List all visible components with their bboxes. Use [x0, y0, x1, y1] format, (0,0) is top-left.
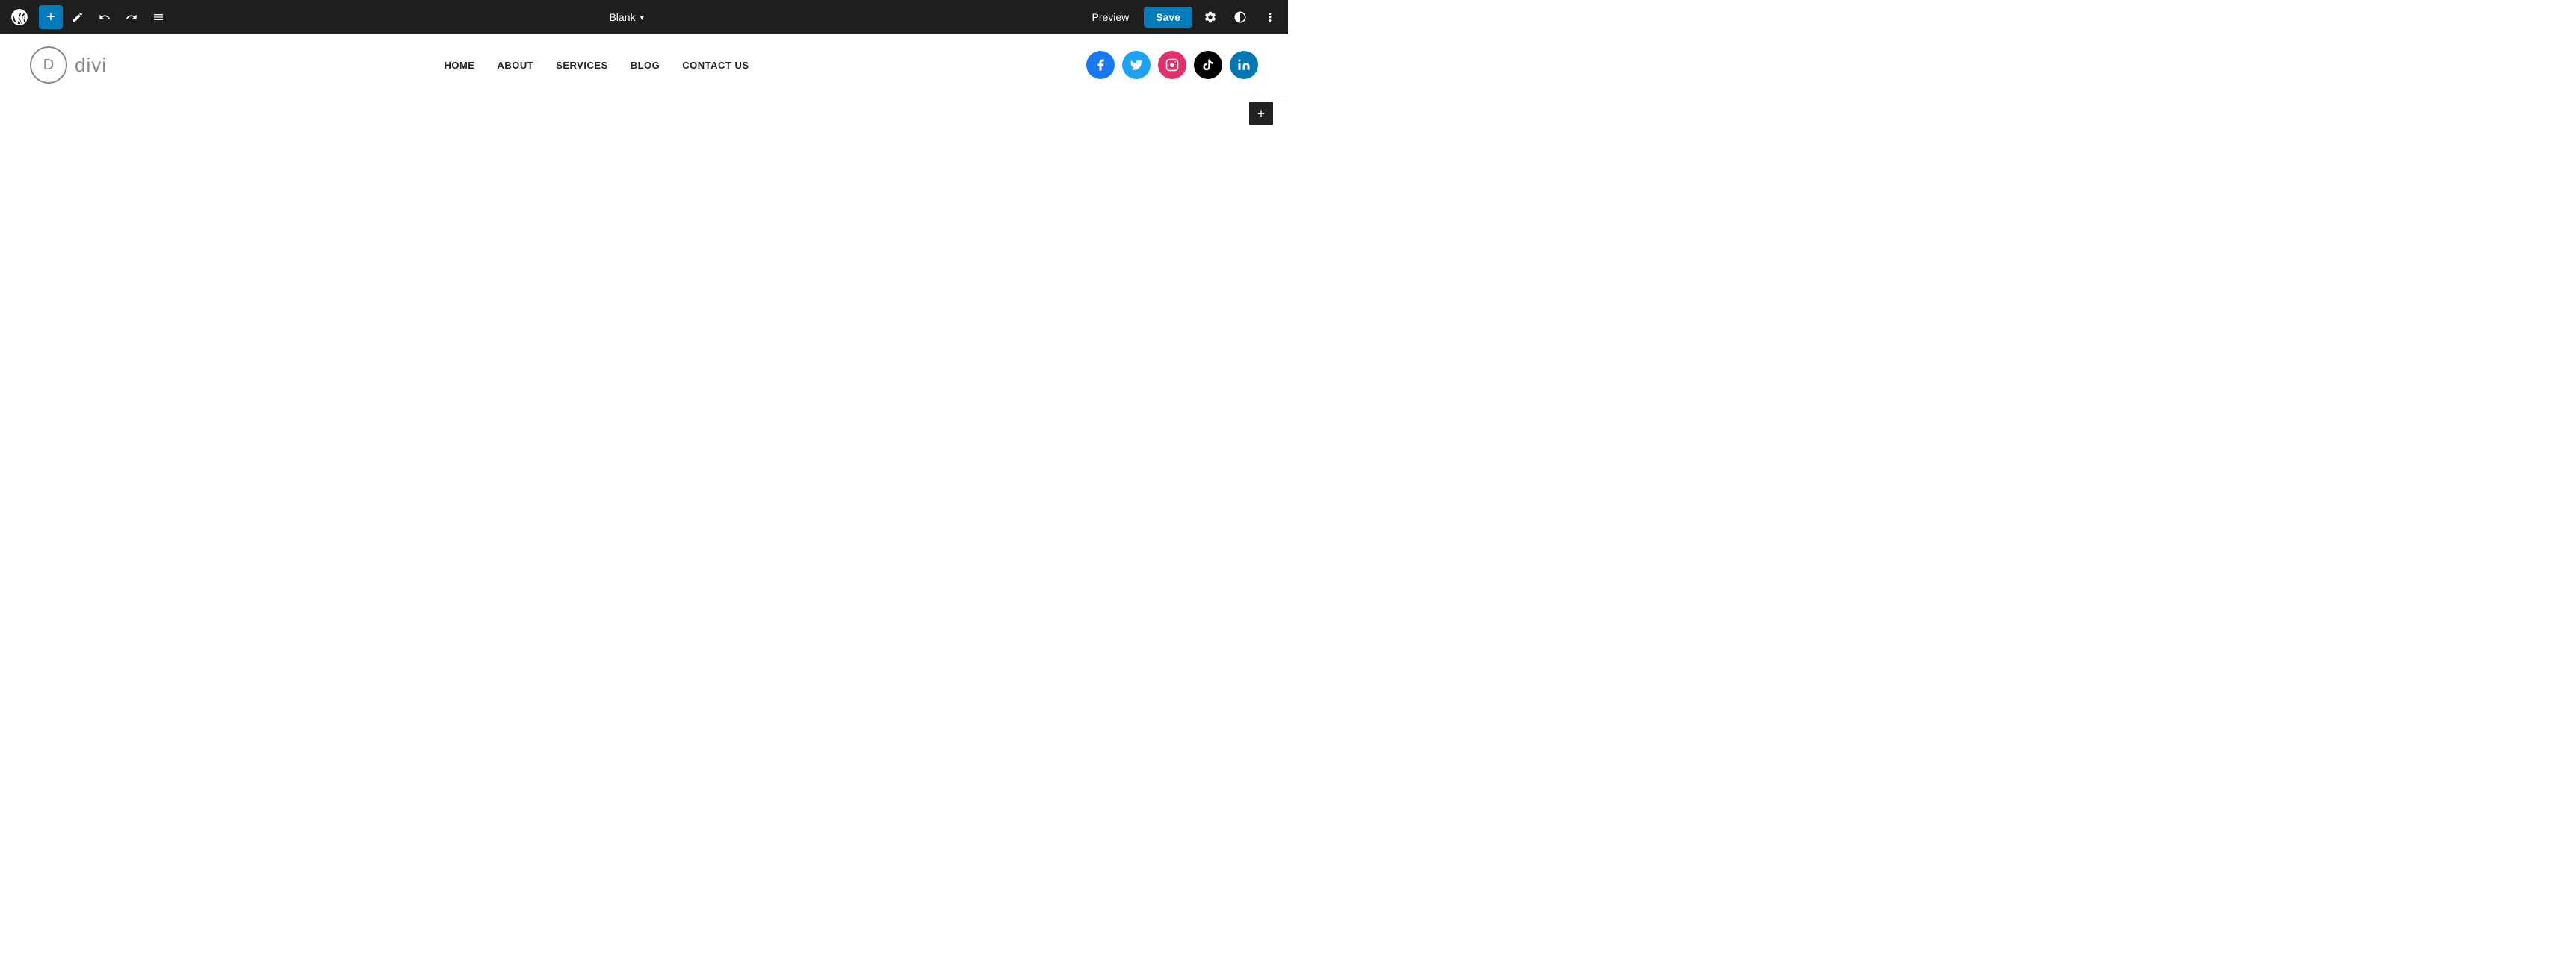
facebook-icon[interactable]	[1086, 51, 1115, 79]
menu-button[interactable]	[146, 5, 170, 29]
edit-button[interactable]	[66, 5, 90, 29]
toolbar-center: Blank ▾	[173, 8, 1080, 26]
tiktok-icon[interactable]	[1194, 51, 1222, 79]
social-icons	[1086, 51, 1258, 79]
logo-circle: D	[30, 46, 67, 84]
redo-button[interactable]	[120, 5, 143, 29]
preview-button[interactable]: Preview	[1083, 7, 1139, 28]
gear-icon	[1204, 10, 1217, 24]
blank-dropdown[interactable]: Blank ▾	[603, 8, 650, 26]
add-button[interactable]: +	[39, 5, 63, 29]
toolbar-right: Preview Save	[1083, 5, 1283, 29]
instagram-icon[interactable]	[1158, 51, 1186, 79]
site-navigation: HOME ABOUT SERVICES BLOG CONTACT US	[444, 60, 749, 71]
toolbar: + Blank ▾ Preview Save	[0, 0, 1288, 34]
nav-services[interactable]: SERVICES	[556, 60, 608, 71]
save-button[interactable]: Save	[1144, 7, 1192, 28]
dropdown-arrow-icon: ▾	[640, 13, 645, 22]
nav-about[interactable]: ABOUT	[497, 60, 533, 71]
add-section-label: +	[1257, 106, 1266, 122]
site-logo: D divi	[30, 46, 107, 84]
menu-icon	[152, 11, 164, 23]
more-vertical-icon	[1263, 10, 1277, 24]
add-icon: +	[46, 9, 55, 26]
contrast-icon	[1233, 10, 1247, 24]
settings-button[interactable]	[1198, 5, 1222, 29]
pencil-icon	[72, 11, 84, 23]
nav-contact-us[interactable]: CONTACT US	[682, 60, 749, 71]
logo-letter: D	[43, 57, 54, 74]
site-header: D divi HOME ABOUT SERVICES BLOG CONTACT …	[0, 34, 1288, 96]
linkedin-icon[interactable]	[1230, 51, 1258, 79]
more-options-button[interactable]	[1258, 5, 1282, 29]
save-label: Save	[1156, 11, 1180, 23]
site-area: D divi HOME ABOUT SERVICES BLOG CONTACT …	[0, 34, 1288, 470]
logo-text: divi	[75, 54, 107, 77]
add-section-button[interactable]: +	[1249, 102, 1273, 125]
main-content	[0, 96, 1288, 470]
wordpress-logo[interactable]	[6, 4, 33, 31]
nav-blog[interactable]: BLOG	[631, 60, 660, 71]
redo-icon	[126, 11, 137, 23]
undo-icon	[99, 11, 111, 23]
nav-home[interactable]: HOME	[444, 60, 474, 71]
preview-label: Preview	[1092, 11, 1130, 23]
undo-button[interactable]	[93, 5, 117, 29]
contrast-button[interactable]	[1228, 5, 1252, 29]
twitter-icon[interactable]	[1122, 51, 1151, 79]
blank-label: Blank	[609, 11, 635, 23]
